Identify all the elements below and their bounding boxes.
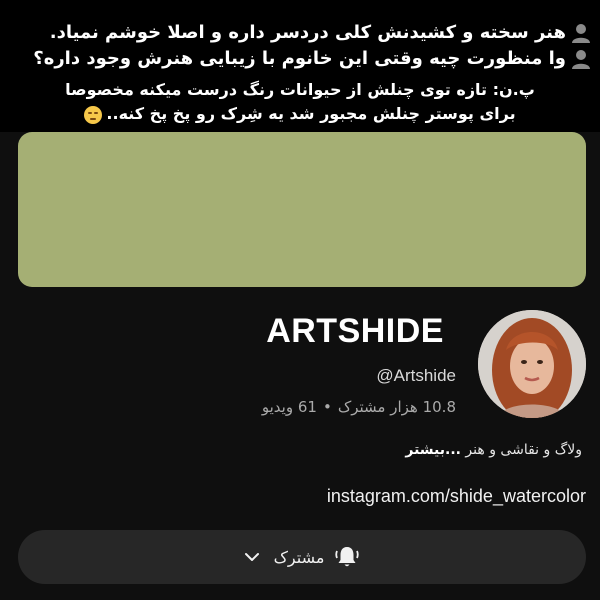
- caption-line-2-text: وا منظورت چیه وقتی این خانوم با زیبایی ه…: [33, 48, 566, 69]
- channel-banner: [18, 132, 586, 287]
- caption-overlay: هنر سخته و کشیدنش کلی دردسر داره و اصلا …: [0, 0, 600, 132]
- channel-header: ARTSHIDE @Artshide 10.8 هزار مشترک • 61 وی…: [0, 132, 600, 600]
- caption-line-2: وا منظورت چیه وقتی این خانوم با زیبایی ه…: [33, 48, 592, 70]
- subscribe-label: مشترک: [273, 547, 325, 567]
- video-count: 61 ویدیو: [261, 398, 317, 416]
- caption-line-1: هنر سخته و کشیدنش کلی دردسر داره و اصلا …: [50, 22, 592, 44]
- caption-line-4-text: برای پوستر چنلش مجبور شد یه شِرک رو پخ پ…: [106, 104, 516, 123]
- channel-link[interactable]: instagram.com/shide_watercolor: [327, 486, 586, 507]
- stats-separator: •: [322, 398, 332, 416]
- channel-name: ARTSHIDE: [266, 312, 444, 350]
- description-text: ولاگ و نقاشی و هنر: [465, 442, 582, 458]
- caption-line-3: پ.ن: تازه توی چنلش از حیوانات رنگ درست م…: [65, 80, 535, 99]
- person-icon: [572, 50, 590, 69]
- channel-description[interactable]: ولاگ و نقاشی و هنر ...بیشتر: [405, 442, 582, 458]
- avatar-image: [478, 310, 586, 418]
- bell-ringing-icon: [335, 547, 360, 567]
- avatar[interactable]: [478, 310, 586, 418]
- chevron-down-icon: [244, 553, 259, 561]
- caption-line-1-text: هنر سخته و کشیدنش کلی دردسر داره و اصلا …: [49, 22, 566, 43]
- channel-handle: @Artshide: [376, 366, 456, 385]
- subscriber-count: 10.8 هزار مشترک: [337, 398, 456, 416]
- person-icon: [572, 24, 590, 43]
- more-link[interactable]: ...بیشتر: [405, 442, 461, 458]
- caption-line-4: برای پوستر چنلش مجبور شد یه شِرک رو پخ پ…: [0, 104, 600, 124]
- subscribe-button[interactable]: مشترک: [18, 530, 586, 584]
- pensive-face-emoji: [84, 105, 103, 124]
- channel-stats: 10.8 هزار مشترک • 61 ویدیو: [262, 398, 456, 416]
